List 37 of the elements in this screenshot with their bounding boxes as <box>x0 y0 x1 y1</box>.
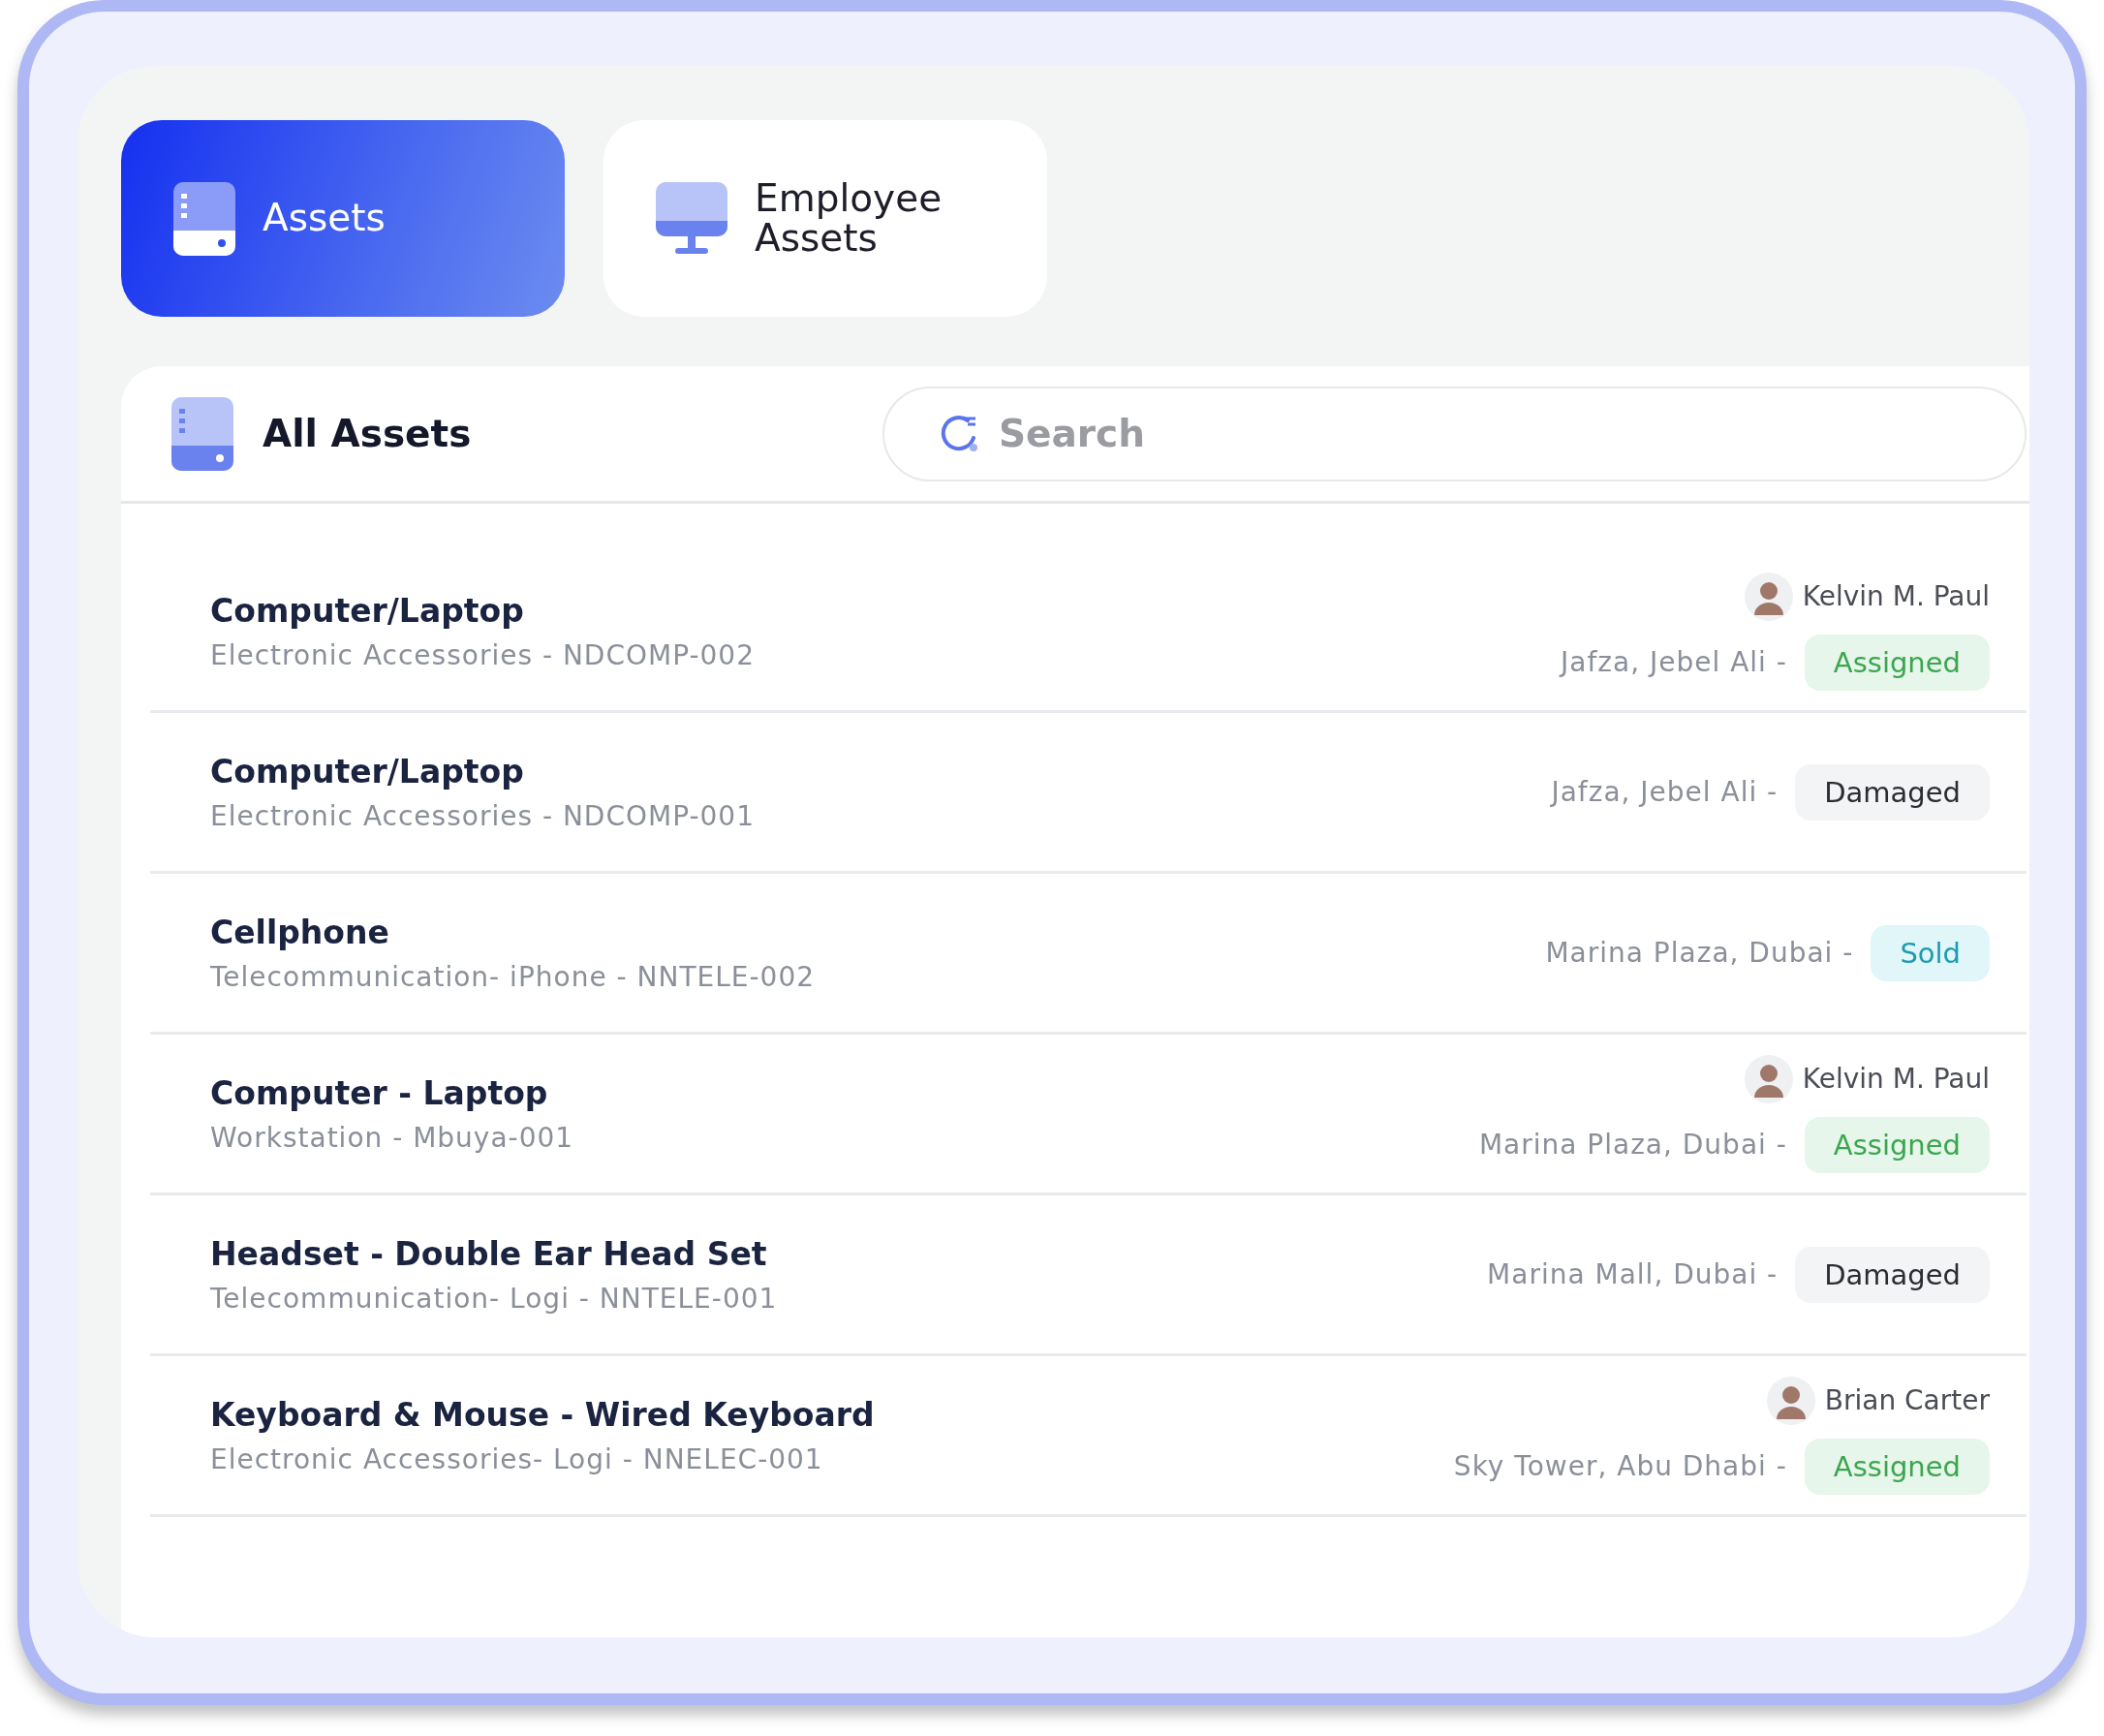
tab[interactable]: Assets <box>121 120 565 317</box>
assignee-name: Kelvin M. Paul <box>1802 1063 1990 1095</box>
status-badge: Damaged <box>1795 1246 1990 1303</box>
asset-details: Workstation - Mbuya-001 <box>210 1121 574 1154</box>
list-title: All Assets <box>263 412 473 455</box>
status-badge: Assigned <box>1804 1438 1990 1495</box>
search-field[interactable]: Search <box>882 386 2027 481</box>
asset-location: Marina Mall, Dubai - <box>1487 1258 1779 1290</box>
asset-details: Electronic Accessories - NDCOMP-001 <box>210 799 755 832</box>
monitor-icon <box>656 181 727 256</box>
status-badge: Damaged <box>1795 763 1990 821</box>
drive-icon <box>171 396 233 471</box>
asset-details: Electronic Accessories- Logi - NNELEC-001 <box>210 1442 824 1475</box>
asset-details: Electronic Accessories - NDCOMP-002 <box>210 638 755 671</box>
status-badge: Assigned <box>1804 634 1990 691</box>
asset-location: Marina Plaza, Dubai - <box>1545 937 1854 969</box>
tab[interactable]: Employee Assets <box>603 120 1047 317</box>
avatar-icon <box>1744 572 1793 621</box>
asset-name: Computer - Laptop <box>210 1073 549 1112</box>
asset-location: Marina Plaza, Dubai - <box>1478 1129 1787 1161</box>
asset-name: Keyboard & Mouse - Wired Keyboard <box>210 1395 875 1434</box>
avatar-icon <box>1766 1376 1815 1425</box>
asset-details: Telecommunication- Logi - NNTELE-001 <box>210 1282 778 1315</box>
avatar-icon <box>1744 1054 1793 1103</box>
asset-location: Jafza, Jebel Ali - <box>1551 776 1779 808</box>
drive-icon <box>173 181 235 256</box>
asset-name: Cellphone <box>210 913 390 951</box>
asset-name: Computer/Laptop <box>210 591 525 630</box>
asset-location: Sky Tower, Abu Dhabi - <box>1453 1450 1787 1482</box>
status-badge: Sold <box>1871 924 1990 981</box>
asset-location: Jafza, Jebel Ali - <box>1561 646 1787 678</box>
asset-details: Telecommunication- iPhone - NNTELE-002 <box>210 960 816 993</box>
asset-name: Headset - Double Ear Head Set <box>210 1234 768 1273</box>
assignee-name: Brian Carter <box>1824 1384 1990 1416</box>
assignee-name: Kelvin M. Paul <box>1802 580 1990 612</box>
asset-name: Computer/Laptop <box>210 752 525 790</box>
status-badge: Assigned <box>1804 1116 1990 1173</box>
